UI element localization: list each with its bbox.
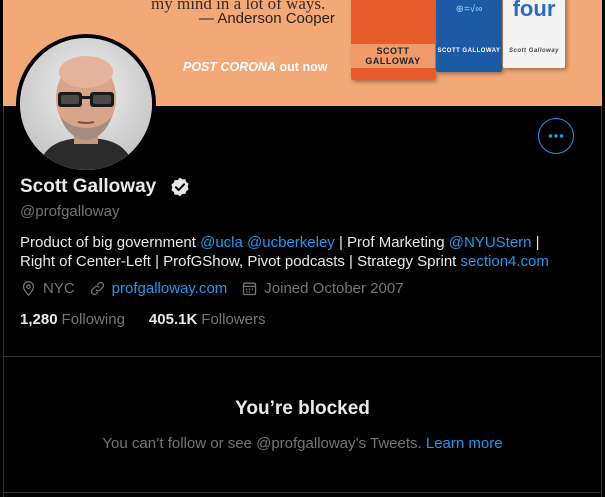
divider [3, 356, 602, 357]
follow-stats: 1,280 Following 405.1K Followers [20, 311, 289, 328]
avatar-photo [20, 38, 152, 170]
followers-link[interactable]: 405.1K Followers [149, 311, 266, 328]
book-cover-post-corona: SCOTT GALLOWAY [351, 0, 435, 80]
bio-link-section4[interactable]: section4.com [461, 253, 549, 270]
book-cover-algebra-of-happiness: ⊕=√∞ SCOTT GALLOWAY [436, 0, 502, 72]
more-options-button[interactable] [538, 118, 574, 154]
mention-ucberkeley[interactable]: @ucberkeley [247, 234, 335, 251]
mention-nyustern[interactable]: @NYUStern [449, 234, 532, 251]
profile-joined-date: Joined October 2007 [264, 280, 404, 297]
mention-ucla[interactable]: @ucla [200, 234, 243, 251]
banner-tagline: POST CORONA out now [183, 60, 328, 74]
link-icon [90, 281, 104, 296]
banner-quote-author: — Anderson Cooper [199, 10, 335, 27]
followers-count: 405.1K [148, 311, 198, 328]
location-pin-icon [22, 281, 35, 297]
book-cover-the-four: four Scott Galloway [503, 0, 565, 68]
profile-name: Scott Galloway [20, 176, 157, 197]
blocked-title: You’re blocked [235, 398, 370, 419]
blocked-message: You can’t follow or see @profgalloway’s … [102, 435, 503, 452]
calendar-icon [243, 282, 257, 296]
learn-more-link[interactable]: Learn more [426, 435, 503, 452]
more-icon [548, 134, 564, 138]
profile-bio: Product of big government @ucla @ucberke… [20, 234, 549, 270]
avatar[interactable] [16, 34, 156, 174]
verified-badge-icon[interactable] [169, 176, 191, 198]
following-count: 1,280 [20, 311, 58, 328]
followers-label: Followers [201, 311, 266, 328]
profile-handle: @profgalloway [20, 203, 120, 220]
following-label: Following [61, 311, 125, 328]
profile-website-link[interactable]: profgalloway.com [112, 280, 228, 297]
following-link[interactable]: 1,280 Following [20, 311, 125, 328]
profile-meta: NYC profgalloway.com Joined October 2007 [20, 280, 418, 297]
divider [3, 492, 602, 493]
profile-location: NYC [43, 280, 75, 297]
